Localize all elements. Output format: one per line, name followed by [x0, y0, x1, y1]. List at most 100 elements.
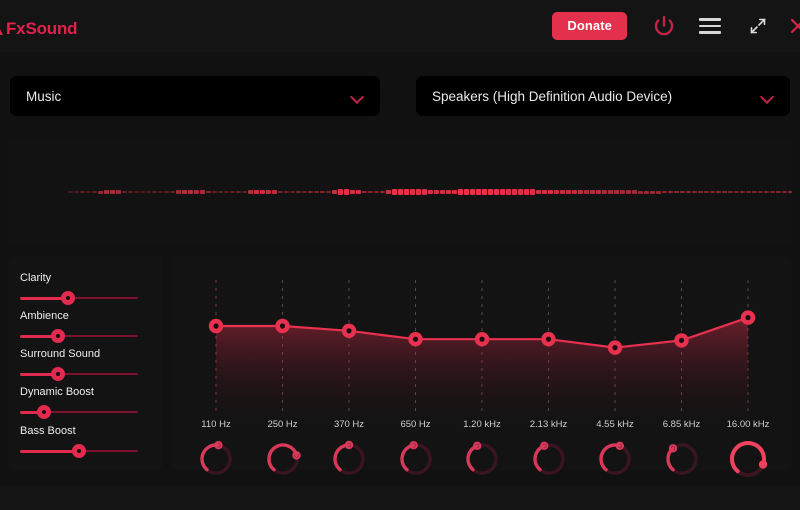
visualizer-bar: [146, 191, 151, 193]
equalizer-frequency-label: 110 Hz: [201, 419, 231, 430]
equalizer-band-node[interactable]: [740, 310, 756, 325]
effect-slider[interactable]: Clarity: [20, 272, 138, 305]
equalizer-band-node[interactable]: [607, 340, 623, 355]
visualizer-bar: [554, 189, 559, 195]
visualizer-bar: [422, 189, 427, 195]
effect-slider[interactable]: Surround Sound: [20, 348, 138, 381]
effect-slider-track[interactable]: [20, 405, 138, 419]
visualizer-bar: [152, 191, 157, 193]
visualizer-bar: [206, 190, 211, 194]
visualizer-bar: [188, 190, 193, 194]
node-inner-dot: [479, 336, 485, 342]
equalizer-band-node[interactable]: [474, 332, 490, 347]
effect-slider-track[interactable]: [20, 367, 138, 381]
equalizer-band-node[interactable]: [408, 332, 423, 347]
equalizer-band-knob[interactable]: [260, 436, 306, 482]
visualizer-bar: [464, 189, 469, 195]
donate-button[interactable]: Donate: [552, 12, 627, 40]
chevron-down-icon: [351, 92, 364, 100]
visualizer-bar: [374, 190, 379, 194]
window-controls: Donate: [552, 0, 800, 52]
visualizer-bar: [650, 190, 655, 194]
visualizer-bar: [338, 189, 343, 195]
hamburger-menu-icon[interactable]: [697, 13, 723, 39]
effect-slider-thumb[interactable]: [61, 291, 76, 305]
effect-slider-thumb[interactable]: [72, 444, 86, 458]
effect-slider[interactable]: Ambience: [20, 310, 138, 343]
equalizer-band-node[interactable]: [275, 318, 290, 334]
effect-slider-thumb[interactable]: [36, 405, 51, 419]
visualizer-bar: [566, 189, 571, 195]
visualizer-bar: [314, 190, 319, 194]
equalizer-band-node[interactable]: [674, 333, 689, 348]
visualizer-bar: [284, 191, 289, 193]
visualizer-bar: [776, 190, 781, 194]
visualizer-bar: [584, 190, 589, 194]
visualizer-bar: [668, 190, 673, 194]
effect-slider-label: Surround Sound: [20, 348, 101, 360]
equalizer-band-node[interactable]: [541, 332, 556, 347]
visualizer-bar: [182, 190, 187, 194]
equalizer-frequency-label: 16.00 kHz: [726, 419, 770, 430]
preset-dropdown[interactable]: Music: [10, 76, 380, 116]
effect-slider-track[interactable]: [20, 329, 138, 343]
visualizer-bar: [716, 190, 721, 194]
effect-slider-thumb[interactable]: [50, 367, 65, 381]
equalizer-band-node[interactable]: [208, 318, 224, 334]
visualizer-bar: [122, 191, 127, 193]
effect-slider-label: Bass Boost: [20, 425, 76, 437]
equalizer-band-knob[interactable]: [326, 436, 372, 482]
close-icon[interactable]: [785, 13, 800, 39]
visualizer-bar: [608, 190, 613, 194]
controls-area: Clarity Ambience Surround Sound Dynamic Boo…: [0, 248, 800, 486]
restore-down-icon[interactable]: [745, 13, 771, 39]
effect-slider-track[interactable]: [20, 291, 138, 305]
equalizer-frequency-label: 6.85 kHz: [662, 419, 701, 430]
visualizer-bar: [254, 189, 259, 195]
visualizer-bar: [788, 190, 792, 194]
visualizer-bar: [482, 189, 487, 195]
effect-slider-label: Dynamic Boost: [20, 386, 94, 398]
effect-slider-label: Ambience: [20, 310, 69, 322]
visualizer-bar: [638, 190, 643, 194]
visualizer-bar: [644, 190, 649, 194]
visualizer-bar: [626, 190, 631, 194]
effect-slider[interactable]: Bass Boost: [20, 425, 138, 458]
visualizer-bar: [452, 189, 457, 195]
visualizer-bar: [632, 190, 637, 194]
visualizer-bar: [104, 190, 109, 194]
equalizer-graph[interactable]: [172, 262, 792, 422]
effect-slider[interactable]: Dynamic Boost: [20, 386, 138, 419]
equalizer-band-knob[interactable]: [193, 436, 239, 482]
visualizer-bar: [326, 190, 331, 194]
visualizer-bar: [86, 191, 91, 193]
visualizer-bar: [542, 189, 547, 195]
equalizer-band-knob[interactable]: [725, 436, 771, 482]
equalizer-frequency-label: 2.13 kHz: [529, 419, 568, 430]
visualizer-bar: [746, 190, 751, 194]
visualizer-bar: [242, 191, 247, 193]
visualizer-bar: [392, 189, 397, 195]
visualizer-bar: [446, 189, 451, 195]
visualizer-bar: [764, 190, 769, 194]
visualizer-bar: [158, 191, 163, 193]
equalizer-band-knob[interactable]: [592, 436, 638, 482]
visualizer-bar: [560, 189, 565, 195]
visualizer-bar: [500, 189, 505, 195]
equalizer-band-knob[interactable]: [459, 436, 505, 482]
equalizer-band-node[interactable]: [341, 323, 357, 338]
equalizer-band-knob[interactable]: [393, 436, 439, 482]
visualizer-bar: [698, 190, 703, 194]
effect-slider-thumb[interactable]: [50, 329, 65, 343]
effect-slider-track[interactable]: [20, 444, 138, 458]
equalizer-band-knob[interactable]: [526, 436, 572, 482]
visualizer-bar: [230, 191, 235, 193]
visualizer-bar: [320, 190, 325, 194]
fxsound-logo-icon: [0, 23, 3, 36]
visualizer-bar: [494, 189, 499, 195]
equalizer-band-knob[interactable]: [659, 436, 705, 482]
visualizer-bars: [68, 140, 792, 244]
visualizer-bar: [164, 191, 169, 193]
power-icon[interactable]: [649, 11, 679, 41]
device-dropdown[interactable]: Speakers (High Definition Audio Device): [416, 76, 790, 116]
